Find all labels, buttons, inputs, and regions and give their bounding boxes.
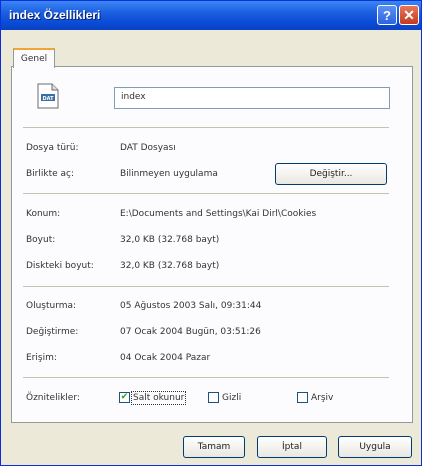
svg-text:DAT: DAT — [42, 96, 54, 102]
disk-size-value: 32,0 KB (32.768 bayt) — [120, 261, 220, 271]
change-button[interactable]: Değiştir... — [275, 163, 387, 185]
location-value: E:\Documents and Settings\Kai Dirl\Cooki… — [120, 209, 317, 219]
location-label: Konum: — [26, 209, 61, 219]
file-type-value: DAT Dosyası — [120, 143, 176, 153]
help-icon: ? — [383, 7, 391, 23]
hidden-checkbox[interactable]: Gizli — [208, 392, 241, 403]
checkbox-checked-icon: ✔ — [119, 392, 130, 403]
size-label: Boyut: — [26, 235, 56, 245]
opens-with-value: Bilinmeyen uygulama — [120, 169, 218, 179]
ok-button[interactable]: Tamam — [183, 436, 245, 458]
cancel-button[interactable]: İptal — [257, 436, 327, 458]
accessed-value: 04 Ocak 2004 Pazar — [120, 353, 211, 363]
tab-general[interactable]: Genel — [13, 48, 55, 68]
checkbox-icon — [297, 392, 308, 403]
file-type-label: Dosya türü: — [26, 143, 79, 153]
size-value: 32,0 KB (32.768 bayt) — [120, 235, 220, 245]
opens-with-label: Birlikte aç: — [26, 169, 75, 179]
created-value: 05 Ağustos 2003 Salı, 09:31:44 — [120, 301, 262, 311]
file-name-field[interactable]: index — [114, 87, 390, 109]
separator — [23, 127, 389, 128]
separator — [23, 377, 389, 378]
help-button[interactable]: ? — [377, 5, 397, 25]
separator — [23, 286, 389, 287]
attributes-label: Öznitelikler: — [26, 393, 80, 403]
modified-label: Değiştirme: — [26, 327, 79, 337]
disk-size-label: Diskteki boyut: — [26, 261, 94, 271]
title-bar[interactable]: index Özellikleri ? ✕ — [1, 1, 421, 30]
created-label: Oluşturma: — [26, 301, 77, 311]
properties-dialog: index Özellikleri ? ✕ Genel DAT index Do… — [0, 0, 422, 466]
readonly-label: Salt okunur — [130, 390, 187, 405]
apply-button[interactable]: Uygula — [338, 436, 412, 458]
close-icon: ✕ — [403, 6, 415, 23]
modified-value: 07 Ocak 2004 Bugün, 03:51:26 — [120, 327, 261, 337]
accessed-label: Erişim: — [26, 353, 57, 363]
window-title: index Özellikleri — [9, 8, 101, 22]
checkbox-icon — [208, 392, 219, 403]
close-button[interactable]: ✕ — [399, 5, 419, 25]
readonly-checkbox[interactable]: ✔ Salt okunur — [119, 390, 187, 405]
archive-label: Arşiv — [311, 392, 334, 403]
archive-checkbox[interactable]: Arşiv — [297, 392, 333, 403]
separator — [23, 193, 389, 194]
hidden-label: Gizli — [222, 392, 242, 403]
dat-file-icon: DAT — [37, 83, 59, 109]
